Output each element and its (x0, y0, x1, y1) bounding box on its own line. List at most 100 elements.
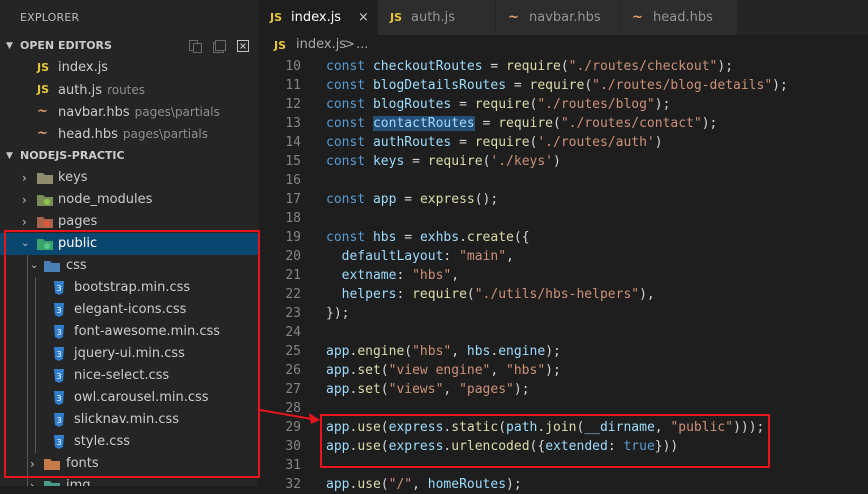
tree-item-label: slicknav.min.css (74, 412, 180, 427)
open-editor-item[interactable]: JS auth.js routes (0, 79, 258, 101)
tree-file[interactable]: 3 nice-select.css (0, 365, 258, 387)
project-header[interactable]: ▼ NODEJS-PRACTIC (0, 145, 258, 167)
code-token: express (388, 439, 444, 454)
code-token: extname (341, 268, 397, 283)
line-number: 18 (285, 211, 301, 226)
code-token: ( (380, 439, 389, 454)
tab-auth-js[interactable]: JS auth.js (378, 0, 496, 35)
code-token: express (419, 192, 475, 207)
code-token: , (506, 249, 514, 264)
code-token: keys (372, 154, 405, 169)
tree-folder-node-modules[interactable]: › node_modules (0, 189, 258, 211)
code-token: = (404, 154, 428, 169)
tree-folder-fonts[interactable]: › fonts (0, 453, 258, 475)
code-token: authRoutes (372, 135, 452, 150)
tree-file[interactable]: 3 owl.carousel.min.css (0, 387, 258, 409)
tree-folder-img[interactable]: › img (0, 475, 258, 486)
new-untitled-file-icon[interactable] (188, 39, 202, 53)
close-icon[interactable]: × (358, 0, 369, 35)
line-number: 31 (285, 458, 301, 473)
chevron-down-icon: ▼ (6, 151, 13, 161)
open-editor-item[interactable]: JS index.js (0, 57, 258, 79)
code-token: contactRoutes (372, 116, 475, 131)
chevron-right-icon: › (30, 479, 35, 486)
public-folder-icon (37, 239, 53, 250)
open-editor-item[interactable]: ~ head.hbs pages\partials (0, 123, 258, 145)
code-token: static (451, 420, 499, 435)
code-text: app.use(express.static(path.join(__dirna… (326, 418, 764, 437)
tree-folder-public[interactable]: ⌄ public (0, 233, 258, 255)
code-token: ); (545, 344, 561, 359)
code-token: , (490, 363, 507, 378)
tree-file[interactable]: 3 jquery-ui.min.css (0, 343, 258, 365)
tree-file[interactable]: 3 slicknav.min.css (0, 409, 258, 431)
editor-area: JS index.js × JS auth.js ~ navbar.hbs ~ … (258, 0, 868, 492)
code-text: app.use("/", homeRoutes); (326, 475, 522, 494)
code-editor[interactable]: 10 const checkoutRoutes = require("./rout… (258, 57, 868, 492)
breadcrumb-file[interactable]: index.js (296, 35, 346, 55)
code-token: set (357, 382, 381, 397)
code-token: "./routes/blog-details" (592, 78, 773, 93)
line-number: 19 (285, 230, 301, 245)
open-editors-header[interactable]: ▼ OPEN EDITORS (0, 35, 258, 57)
css-file-icon: 3 (54, 347, 64, 361)
code-token: "./utils/hbs-helpers" (474, 287, 640, 302)
tree-item-label: font-awesome.min.css (74, 324, 221, 339)
code-text: defaultLayout: "main", (326, 247, 514, 266)
tree-item-label: owl.carousel.min.css (74, 390, 209, 405)
chevron-right-icon: › (22, 215, 27, 229)
tree-item-label: jquery-ui.min.css (74, 346, 185, 361)
css-folder-icon (44, 261, 60, 272)
breadcrumb-separator: > (344, 37, 355, 52)
chevron-down-icon: ⌄ (21, 238, 30, 249)
css-file-icon: 3 (54, 369, 64, 383)
tree-folder-keys[interactable]: › keys (0, 167, 258, 189)
code-token: ); (701, 116, 718, 131)
open-editor-filename: auth.js (58, 83, 103, 98)
code-token: use (357, 420, 381, 435)
code-token: checkoutRoutes (372, 59, 483, 74)
code-token: engine (357, 344, 405, 359)
code-token: ); (513, 382, 530, 397)
code-token: ); (717, 59, 734, 74)
tab-navbar-hbs[interactable]: ~ navbar.hbs (496, 0, 620, 35)
code-token: })) (654, 439, 679, 454)
line-number: 20 (285, 249, 301, 264)
code-token: = (396, 192, 420, 207)
tree-item-label: css (66, 258, 87, 273)
tree-file[interactable]: 3 elegant-icons.css (0, 299, 258, 321)
css-file-icon: 3 (54, 391, 64, 405)
tab-head-hbs[interactable]: ~ head.hbs (620, 0, 738, 35)
chevron-right-icon: › (30, 457, 35, 471)
tree-file[interactable]: 3 bootstrap.min.css (0, 277, 258, 299)
code-token: = (482, 59, 507, 74)
css-file-icon: 3 (54, 303, 64, 317)
code-text: app.engine("hbs", hbs.engine); (326, 342, 561, 361)
tab-label: head.hbs (653, 10, 713, 25)
code-token: app (372, 192, 397, 207)
code-token: hbs (466, 344, 491, 359)
close-all-icon[interactable] (236, 39, 250, 53)
code-token: . (537, 420, 546, 435)
code-text: const checkoutRoutes = require("./routes… (326, 57, 733, 76)
file-tree: › keys › node_modules › pages ⌄ public ⌄… (0, 167, 258, 486)
svg-text:3: 3 (56, 438, 61, 447)
tab-label: auth.js (411, 10, 456, 25)
open-editor-item[interactable]: ~ navbar.hbs pages\partials (0, 101, 258, 123)
chevron-right-icon: › (22, 171, 27, 185)
save-all-icon[interactable] (212, 39, 226, 53)
tree-folder-css[interactable]: ⌄ css (0, 255, 258, 277)
code-token: = (451, 135, 475, 150)
tree-folder-pages[interactable]: › pages (0, 211, 258, 233)
tree-file[interactable]: 3 style.css (0, 431, 258, 453)
open-editor-filename: navbar.hbs (58, 105, 130, 120)
tab-label: index.js (291, 10, 342, 25)
project-label: NODEJS-PRACTIC (20, 149, 125, 162)
code-token: "views" (388, 382, 444, 397)
tree-file[interactable]: 3 font-awesome.min.css (0, 321, 258, 343)
code-token: require (474, 135, 530, 150)
breadcrumb-more[interactable]: ... (356, 35, 368, 55)
tab-index-js[interactable]: JS index.js × (258, 0, 378, 35)
code-token: use (357, 439, 381, 454)
code-token: const (326, 154, 373, 169)
